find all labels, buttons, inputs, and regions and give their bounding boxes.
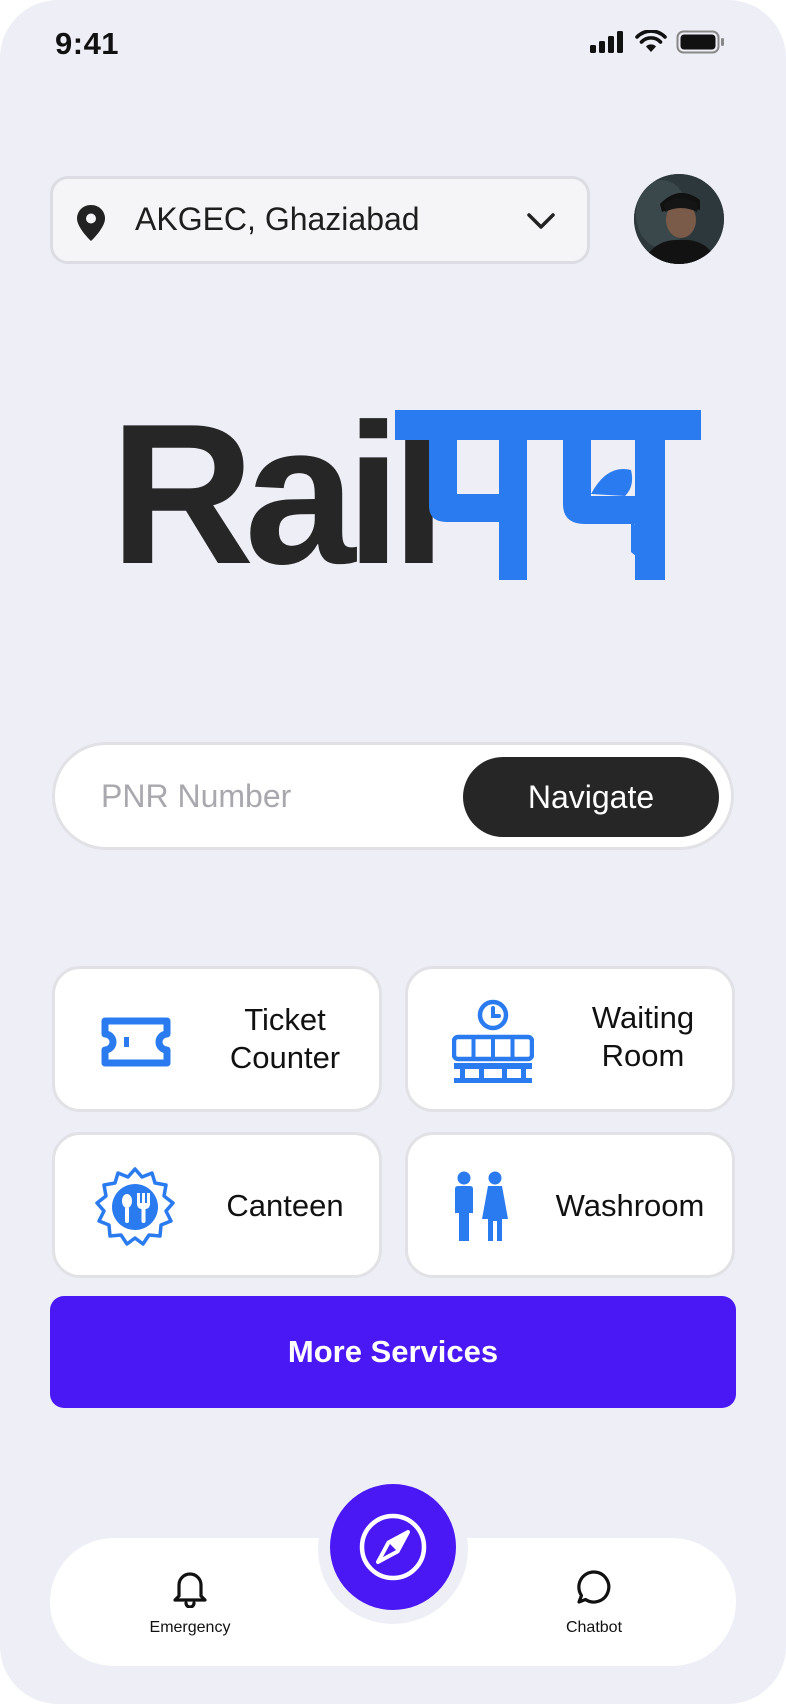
avatar-image — [634, 174, 724, 264]
washroom-label: Washroom — [555, 1188, 705, 1223]
app-screen: 9:41 AKGEC, Ghaziabad Rail PNR Number Na… — [0, 0, 786, 1704]
navigation-compass-button[interactable] — [330, 1484, 456, 1610]
pnr-number-input[interactable] — [101, 771, 461, 821]
waiting-room-label: Waiting Room — [591, 1000, 695, 1073]
service-card-waiting-room[interactable]: Waiting Room — [405, 966, 735, 1112]
nav-item-chatbot[interactable]: Chatbot — [524, 1568, 664, 1637]
compass-icon — [359, 1513, 427, 1581]
service-card-washroom[interactable]: Washroom — [405, 1132, 735, 1278]
status-icons — [590, 30, 726, 54]
canteen-icon — [95, 1167, 175, 1246]
ticket-icon — [101, 1017, 171, 1067]
service-card-canteen[interactable]: Canteen — [52, 1132, 382, 1278]
chat-bubble-icon — [577, 1570, 611, 1604]
railpath-logo: Rail पथ — [110, 383, 710, 606]
chevron-down-icon — [527, 213, 555, 229]
cellular-signal-icon — [590, 31, 623, 53]
ticket-counter-label: Ticket Counter — [229, 1002, 341, 1075]
nav-label-chatbot: Chatbot — [565, 1619, 623, 1636]
battery-icon — [676, 30, 724, 54]
wifi-icon — [635, 30, 667, 52]
nav-item-emergency[interactable]: Emergency — [120, 1568, 260, 1637]
status-time: 9:41 — [55, 26, 120, 61]
location-pin-icon — [77, 205, 105, 241]
location-label: AKGEC, Ghaziabad — [135, 201, 420, 237]
waiting-room-icon — [452, 999, 534, 1083]
more-services-button[interactable]: More Services — [50, 1296, 736, 1408]
bell-icon — [173, 1572, 207, 1609]
logo-devanagari-glyphs — [395, 410, 701, 580]
location-selector[interactable]: AKGEC, Ghaziabad — [50, 176, 590, 264]
pnr-search-bar: Navigate — [52, 742, 734, 850]
nav-label-emergency: Emergency — [149, 1619, 231, 1636]
navigate-button[interactable]: Navigate — [463, 757, 719, 837]
service-card-ticket-counter[interactable]: Ticket Counter — [52, 966, 382, 1112]
canteen-label: Canteen — [226, 1188, 344, 1223]
profile-avatar[interactable] — [634, 174, 724, 264]
washroom-icon — [455, 1171, 508, 1241]
logo-text-latin: Rail — [110, 383, 447, 606]
